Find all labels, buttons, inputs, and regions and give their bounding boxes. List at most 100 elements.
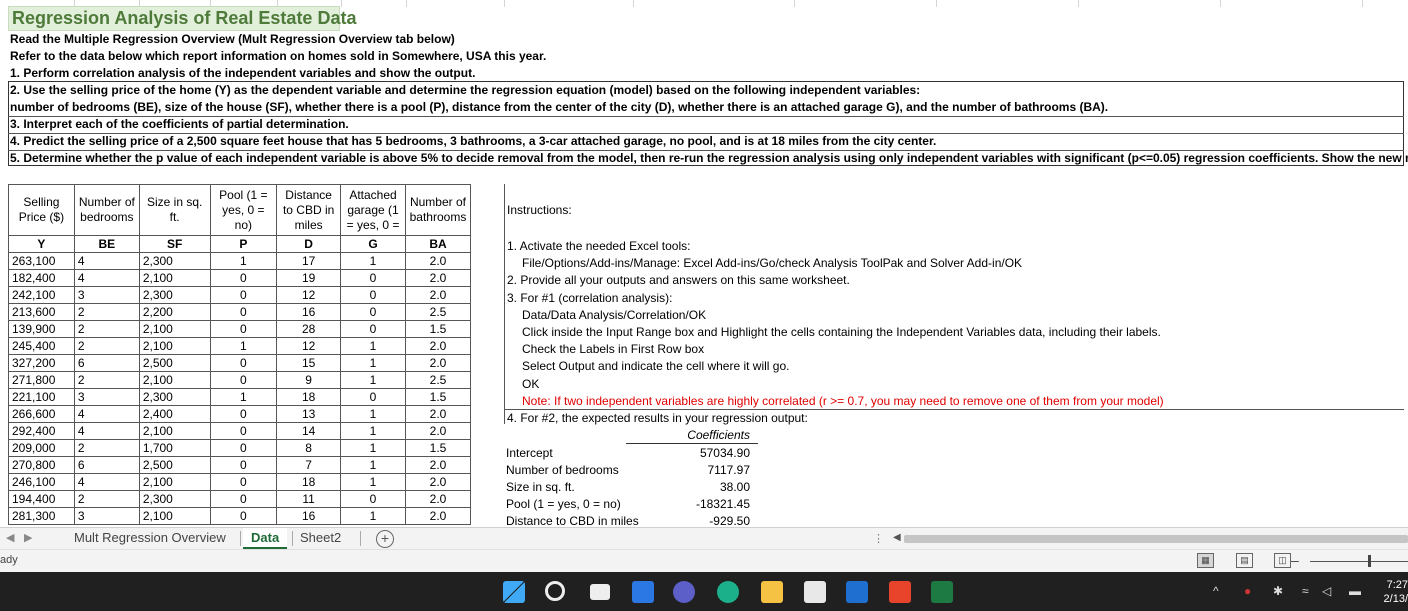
column-header-cell[interactable]: Distance to CBD in miles [277,185,341,236]
coefficient-value[interactable]: 57034.90 [626,445,758,462]
data-cell[interactable]: 2.5 [405,372,470,389]
data-cell[interactable]: 4 [74,253,139,270]
tab-sheet2[interactable]: Sheet2 [292,528,349,549]
data-cell[interactable]: 0 [210,287,277,304]
data-cell[interactable]: 270,800 [9,457,75,474]
data-cell[interactable]: 0 [341,491,406,508]
data-cell[interactable]: 16 [277,508,341,525]
data-cell[interactable]: 2.0 [405,287,470,304]
data-cell[interactable]: 6 [74,457,139,474]
data-cell[interactable]: 0 [341,287,406,304]
data-cell[interactable]: 4 [74,474,139,491]
data-cell[interactable]: 1 [341,406,406,423]
page-break-view-icon[interactable]: ◫ [1274,553,1291,568]
data-cell[interactable]: 2.0 [405,423,470,440]
excel-icon[interactable] [931,581,953,603]
data-cell[interactable]: 2.0 [405,491,470,508]
data-cell[interactable]: 0 [210,406,277,423]
edge-browser-icon[interactable] [717,581,739,603]
tray-chevron-icon[interactable]: ^ [1213,584,1219,598]
data-cell[interactable]: 1 [341,355,406,372]
search-icon[interactable] [545,581,565,601]
instructions-line[interactable]: File/Options/Add-ins/Manage: Excel Add-i… [522,255,1022,272]
zoom-slider[interactable] [1310,561,1408,562]
data-cell[interactable]: 327,200 [9,355,75,372]
data-cell[interactable]: 281,300 [9,508,75,525]
data-cell[interactable]: 12 [277,338,341,355]
zoom-slider-thumb[interactable] [1368,555,1371,567]
instruction-line[interactable]: 3. Interpret each of the coefficients of… [8,116,349,133]
data-cell[interactable]: 3 [74,389,139,406]
store-icon[interactable] [804,581,826,603]
data-cell[interactable]: 1 [210,338,277,355]
sheet-title-cell[interactable]: Regression Analysis of Real Estate Data [8,6,340,31]
data-cell[interactable]: 1.5 [405,389,470,406]
coefficient-label[interactable]: Pool (1 = yes, 0 = no) [506,496,621,513]
tab-scroll-left-icon[interactable]: ◀ [6,531,14,544]
data-cell[interactable]: 4 [74,406,139,423]
data-cell[interactable]: 2,100 [139,474,210,491]
data-cell[interactable]: 0 [210,355,277,372]
data-cell[interactable]: 0 [210,372,277,389]
battery-icon[interactable]: ▬ [1349,584,1361,598]
instruction-line[interactable]: Refer to the data below which report inf… [8,48,546,65]
data-cell[interactable]: 2,300 [139,389,210,406]
data-cell[interactable]: 4 [74,423,139,440]
scroll-left-arrow-icon[interactable]: ◀ [893,532,901,543]
coefficient-label[interactable]: Intercept [506,445,553,462]
data-cell[interactable]: 0 [341,389,406,406]
data-cell[interactable]: 0 [210,304,277,321]
data-cell[interactable]: 139,900 [9,321,75,338]
data-cell[interactable]: 1 [341,474,406,491]
data-cell[interactable]: 2.0 [405,406,470,423]
tray-app-icon[interactable]: ● [1244,584,1251,598]
data-cell[interactable]: 0 [210,321,277,338]
data-cell[interactable]: 266,600 [9,406,75,423]
data-cell[interactable]: 16 [277,304,341,321]
data-cell[interactable]: 8 [277,440,341,457]
instruction-line[interactable]: Read the Multiple Regression Overview (M… [8,31,455,48]
instructions-line[interactable]: 1. Activate the needed Excel tools: [507,238,690,255]
data-cell[interactable]: 2,100 [139,508,210,525]
tab-mult-regression-overview[interactable]: Mult Regression Overview [66,528,234,549]
data-cell[interactable]: 0 [341,304,406,321]
volume-icon[interactable]: ◁ [1322,584,1331,598]
data-cell[interactable]: 3 [74,508,139,525]
instructions-line[interactable]: Check the Labels in First Row box [522,341,704,358]
data-cell[interactable]: 2 [74,440,139,457]
instructions-line[interactable]: 2. Provide all your outputs and answers … [507,272,850,289]
data-cell[interactable]: 2,500 [139,355,210,372]
data-cell[interactable]: 292,400 [9,423,75,440]
instructions-line[interactable]: Click inside the Input Range box and Hig… [522,324,1161,341]
data-cell[interactable]: 2.5 [405,304,470,321]
data-cell[interactable]: 2 [74,491,139,508]
data-cell[interactable]: 2,100 [139,423,210,440]
data-cell[interactable]: 1 [341,508,406,525]
column-header-cell[interactable]: Size in sq. ft. [139,185,210,236]
instructions-label[interactable]: Instructions: [507,202,572,219]
data-cell[interactable]: 2 [74,304,139,321]
data-cell[interactable]: 1 [341,372,406,389]
data-cell[interactable]: 209,000 [9,440,75,457]
data-cell[interactable]: 14 [277,423,341,440]
data-cell[interactable]: 3 [74,287,139,304]
data-cell[interactable]: 2.0 [405,508,470,525]
data-cell[interactable]: 245,400 [9,338,75,355]
task-view-icon[interactable] [590,584,610,600]
data-cell[interactable]: 2,100 [139,372,210,389]
instructions-line[interactable]: Note: If two independent variables are h… [522,393,1164,410]
data-cell[interactable]: 242,100 [9,287,75,304]
data-cell[interactable]: 2.0 [405,474,470,491]
data-cell[interactable]: 2.0 [405,457,470,474]
instructions-line[interactable]: Select Output and indicate the cell wher… [522,358,789,375]
variable-code-cell[interactable]: BE [74,236,139,253]
column-header-cell[interactable]: Selling Price ($) [9,185,75,236]
data-cell[interactable]: 2 [74,372,139,389]
wifi-icon[interactable]: ≈ [1302,584,1309,598]
zoom-out-button[interactable]: – [1291,552,1299,568]
instruction-line[interactable]: 5. Determine whether the p value of each… [8,150,1408,167]
coefficient-label[interactable]: Size in sq. ft. [506,479,575,496]
column-header-cell[interactable]: Number of bathrooms [405,185,470,236]
file-explorer-icon[interactable] [761,581,783,603]
data-cell[interactable]: 1.5 [405,321,470,338]
